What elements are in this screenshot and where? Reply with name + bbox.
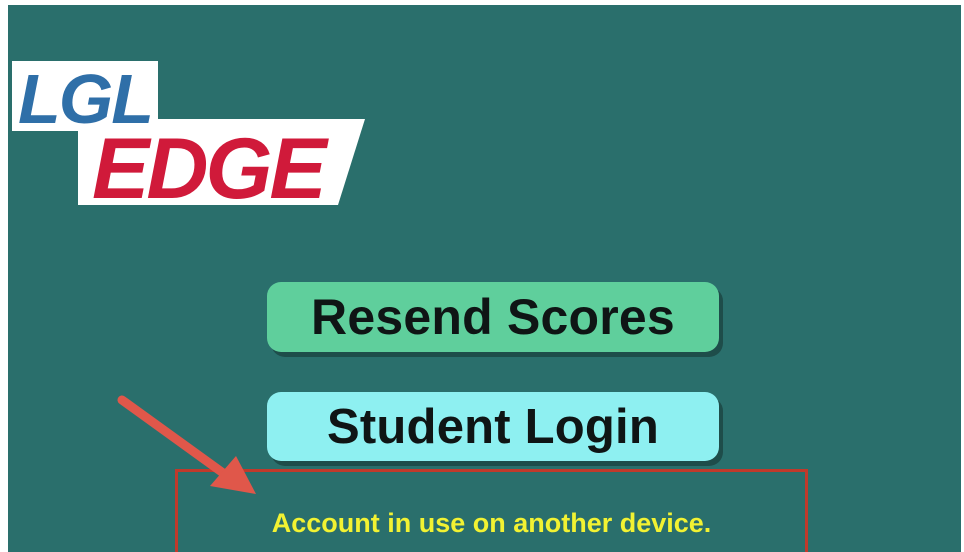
resend-scores-button[interactable]: Resend Scores bbox=[267, 282, 719, 352]
error-message-box: Account in use on another device. bbox=[175, 469, 808, 552]
app-screen: LGL EDGE Resend Scores Student Login Acc… bbox=[8, 5, 961, 552]
lgl-edge-logo: LGL EDGE bbox=[8, 53, 368, 213]
svg-text:EDGE: EDGE bbox=[92, 121, 329, 213]
error-message-text: Account in use on another device. bbox=[271, 508, 712, 538]
student-login-button[interactable]: Student Login bbox=[267, 392, 719, 461]
